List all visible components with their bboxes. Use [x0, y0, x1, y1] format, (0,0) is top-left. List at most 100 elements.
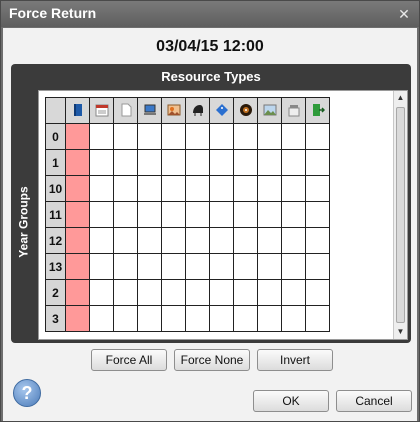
column-header-calendar[interactable]	[89, 97, 114, 124]
grid-cell[interactable]	[137, 175, 162, 202]
grid-cell[interactable]	[65, 201, 90, 228]
grid-cell[interactable]	[65, 227, 90, 254]
grid-cell[interactable]	[209, 123, 234, 150]
ok-button[interactable]: OK	[253, 390, 329, 412]
grid-cell[interactable]	[89, 227, 114, 254]
grid-cell[interactable]	[209, 279, 234, 306]
grid-cell[interactable]	[209, 149, 234, 176]
column-header-landscape[interactable]	[257, 97, 282, 124]
grid-cell[interactable]	[281, 123, 306, 150]
column-header-tag[interactable]	[209, 97, 234, 124]
title-bar[interactable]: Force Return ✕	[1, 1, 419, 27]
row-header[interactable]: 1	[45, 149, 66, 176]
grid-cell[interactable]	[89, 253, 114, 280]
grid-cell[interactable]	[89, 123, 114, 150]
row-header[interactable]: 2	[45, 279, 66, 306]
grid-cell[interactable]	[113, 279, 138, 306]
grid-cell[interactable]	[89, 201, 114, 228]
grid-cell[interactable]	[113, 175, 138, 202]
grid-cell[interactable]	[305, 123, 330, 150]
grid-cell[interactable]	[65, 305, 90, 332]
grid-scroll-area[interactable]: 0 1 10 11 12 13 2 3 ▲ ▼	[38, 90, 408, 340]
grid-cell[interactable]	[65, 279, 90, 306]
grid-cell[interactable]	[233, 201, 258, 228]
column-header-exit[interactable]	[305, 97, 330, 124]
grid-cell[interactable]	[233, 305, 258, 332]
grid-cell[interactable]	[257, 279, 282, 306]
grid-cell[interactable]	[113, 123, 138, 150]
grid-cell[interactable]	[113, 305, 138, 332]
scrollbar-thumb[interactable]	[396, 107, 405, 323]
grid-cell[interactable]	[89, 149, 114, 176]
grid-cell[interactable]	[185, 305, 210, 332]
grid-cell[interactable]	[305, 279, 330, 306]
grid-cell[interactable]	[161, 279, 186, 306]
grid-cell[interactable]	[257, 149, 282, 176]
grid-cell[interactable]	[137, 227, 162, 254]
row-header[interactable]: 12	[45, 227, 66, 254]
force-none-button[interactable]: Force None	[174, 349, 250, 371]
grid-cell[interactable]	[305, 253, 330, 280]
grid-cell[interactable]	[65, 149, 90, 176]
grid-cell[interactable]	[209, 253, 234, 280]
grid-cell[interactable]	[185, 175, 210, 202]
grid-cell[interactable]	[257, 227, 282, 254]
row-header[interactable]: 3	[45, 305, 66, 332]
grid-cell[interactable]	[89, 175, 114, 202]
column-header-piano[interactable]	[185, 97, 210, 124]
grid-cell[interactable]	[185, 149, 210, 176]
grid-cell[interactable]	[113, 201, 138, 228]
column-header-document[interactable]	[113, 97, 138, 124]
grid-cell[interactable]	[257, 201, 282, 228]
grid-cell[interactable]	[305, 201, 330, 228]
grid-cell[interactable]	[161, 253, 186, 280]
row-header[interactable]: 0	[45, 123, 66, 150]
grid-cell[interactable]	[281, 279, 306, 306]
grid-cell[interactable]	[161, 123, 186, 150]
invert-button[interactable]: Invert	[257, 349, 333, 371]
grid-cell[interactable]	[209, 175, 234, 202]
grid-cell[interactable]	[257, 123, 282, 150]
grid-cell[interactable]	[89, 279, 114, 306]
grid-cell[interactable]	[137, 123, 162, 150]
grid-cell[interactable]	[161, 305, 186, 332]
grid-cell[interactable]	[305, 149, 330, 176]
grid-cell[interactable]	[113, 149, 138, 176]
row-header[interactable]: 13	[45, 253, 66, 280]
grid-cell[interactable]	[281, 227, 306, 254]
grid-cell[interactable]	[233, 253, 258, 280]
force-all-button[interactable]: Force All	[91, 349, 167, 371]
grid-cell[interactable]	[137, 279, 162, 306]
grid-cell[interactable]	[209, 227, 234, 254]
grid-cell[interactable]	[161, 149, 186, 176]
grid-cell[interactable]	[161, 175, 186, 202]
grid-cell[interactable]	[65, 175, 90, 202]
grid-cell[interactable]	[305, 175, 330, 202]
grid-cell[interactable]	[281, 149, 306, 176]
grid-cell[interactable]	[185, 279, 210, 306]
cancel-button[interactable]: Cancel	[336, 390, 412, 412]
grid-cell[interactable]	[113, 253, 138, 280]
grid-cell[interactable]	[233, 227, 258, 254]
grid-cell[interactable]	[233, 175, 258, 202]
grid-cell[interactable]	[137, 305, 162, 332]
grid-cell[interactable]	[305, 227, 330, 254]
row-header[interactable]: 10	[45, 175, 66, 202]
grid-cell[interactable]	[305, 305, 330, 332]
grid-cell[interactable]	[185, 123, 210, 150]
grid-cell[interactable]	[113, 227, 138, 254]
grid-cell[interactable]	[281, 305, 306, 332]
scroll-down-icon[interactable]: ▼	[394, 325, 407, 339]
grid-cell[interactable]	[281, 175, 306, 202]
help-icon[interactable]: ?	[13, 379, 41, 407]
grid-cell[interactable]	[281, 253, 306, 280]
grid-cell[interactable]	[233, 279, 258, 306]
close-icon[interactable]: ✕	[395, 5, 413, 23]
grid-cell[interactable]	[65, 123, 90, 150]
row-header[interactable]: 11	[45, 201, 66, 228]
column-header-book[interactable]	[65, 97, 90, 124]
vertical-scrollbar[interactable]: ▲ ▼	[393, 91, 407, 339]
grid-cell[interactable]	[281, 201, 306, 228]
grid-cell[interactable]	[137, 253, 162, 280]
grid-cell[interactable]	[185, 227, 210, 254]
